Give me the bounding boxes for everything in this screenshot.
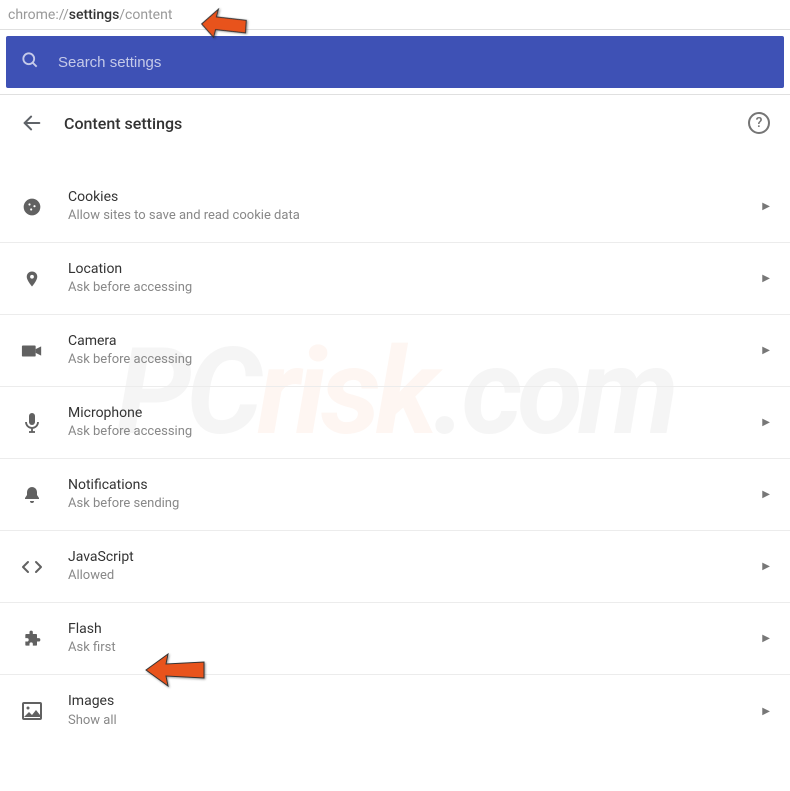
back-button[interactable]: [20, 111, 44, 135]
address-bar[interactable]: chrome://settings/content: [0, 0, 790, 30]
chevron-right-icon: ▶: [762, 417, 770, 428]
item-text: Cookies Allow sites to save and read coo…: [68, 188, 762, 226]
item-text: Camera Ask before accessing: [68, 332, 762, 370]
item-title: Notifications: [68, 476, 762, 496]
camera-icon: [20, 343, 44, 359]
item-flash[interactable]: Flash Ask first ▶: [0, 603, 790, 675]
item-javascript[interactable]: JavaScript Allowed ▶: [0, 531, 790, 603]
help-button[interactable]: ?: [748, 112, 770, 134]
address-text-pre: chrome://: [8, 7, 69, 23]
item-title: Location: [68, 260, 762, 280]
chevron-right-icon: ▶: [762, 345, 770, 356]
settings-list: Cookies Allow sites to save and read coo…: [0, 171, 790, 747]
chevron-right-icon: ▶: [762, 489, 770, 500]
address-text-post: /content: [119, 7, 172, 23]
item-images[interactable]: Images Show all ▶: [0, 675, 790, 747]
chevron-right-icon: ▶: [762, 706, 770, 717]
chevron-right-icon: ▶: [762, 201, 770, 212]
item-camera[interactable]: Camera Ask before accessing ▶: [0, 315, 790, 387]
item-subtitle: Ask first: [68, 639, 762, 657]
item-title: JavaScript: [68, 548, 762, 568]
item-title: Microphone: [68, 404, 762, 424]
extension-icon: [20, 629, 44, 649]
item-title: Camera: [68, 332, 762, 352]
chevron-right-icon: ▶: [762, 633, 770, 644]
chevron-right-icon: ▶: [762, 273, 770, 284]
cookie-icon: [20, 197, 44, 217]
item-cookies[interactable]: Cookies Allow sites to save and read coo…: [0, 171, 790, 243]
image-icon: [20, 702, 44, 720]
search-input[interactable]: [58, 54, 770, 71]
item-subtitle: Ask before sending: [68, 495, 762, 513]
item-subtitle: Ask before accessing: [68, 423, 762, 441]
location-icon: [20, 268, 44, 290]
microphone-icon: [20, 412, 44, 434]
page-title: Content settings: [64, 114, 728, 133]
code-icon: [20, 559, 44, 575]
item-title: Images: [68, 692, 762, 712]
item-title: Flash: [68, 620, 762, 640]
page-header: Content settings ?: [0, 95, 790, 151]
item-subtitle: Ask before accessing: [68, 279, 762, 297]
chevron-right-icon: ▶: [762, 561, 770, 572]
item-subtitle: Ask before accessing: [68, 351, 762, 369]
item-notifications[interactable]: Notifications Ask before sending ▶: [0, 459, 790, 531]
item-text: JavaScript Allowed: [68, 548, 762, 586]
item-text: Notifications Ask before sending: [68, 476, 762, 514]
item-title: Cookies: [68, 188, 762, 208]
item-subtitle: Allow sites to save and read cookie data: [68, 207, 762, 225]
bell-icon: [20, 485, 44, 505]
item-microphone[interactable]: Microphone Ask before accessing ▶: [0, 387, 790, 459]
item-subtitle: Show all: [68, 712, 762, 730]
item-text: Location Ask before accessing: [68, 260, 762, 298]
search-icon: [20, 50, 40, 74]
item-subtitle: Allowed: [68, 567, 762, 585]
item-text: Microphone Ask before accessing: [68, 404, 762, 442]
address-text-bold: settings: [69, 7, 120, 23]
item-location[interactable]: Location Ask before accessing ▶: [0, 243, 790, 315]
item-text: Images Show all: [68, 692, 762, 730]
search-bar[interactable]: [6, 36, 784, 88]
item-text: Flash Ask first: [68, 620, 762, 658]
